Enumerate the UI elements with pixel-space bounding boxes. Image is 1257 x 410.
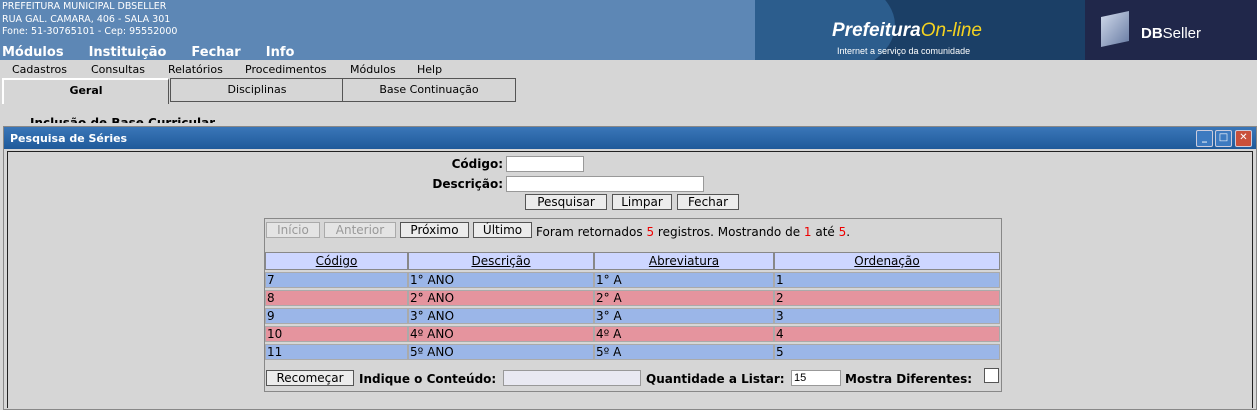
dbseller-bold: DB <box>1141 25 1163 42</box>
column-header-ordenacao[interactable]: Ordenação <box>774 252 1000 270</box>
prefeitura-online-logo: PrefeituraOn-line Internet a serviço da … <box>755 0 1085 60</box>
table-row-cell[interactable]: 5 <box>774 344 1000 360</box>
column-header-abreviatura[interactable]: Abreviatura <box>594 252 774 270</box>
brand-prefeitura: Prefeitura <box>832 20 921 41</box>
table-row-cell[interactable]: 1 <box>774 272 1000 288</box>
anterior-button[interactable]: Anterior <box>324 222 396 238</box>
mostra-diferentes-label: Mostra Diferentes: <box>845 372 973 386</box>
tab-base-continuacao[interactable]: Base Continuação <box>342 78 516 102</box>
tab-disciplinas[interactable]: Disciplinas <box>170 78 344 102</box>
table-row-cell[interactable]: 2° ANO <box>408 290 594 306</box>
table-row-cell[interactable]: 10 <box>265 326 408 342</box>
table-row-cell[interactable]: 11 <box>265 344 408 360</box>
table-row-cell[interactable]: 4º A <box>594 326 774 342</box>
table-row-cell[interactable]: 3° ANO <box>408 308 594 324</box>
inicio-button[interactable]: Início <box>266 222 320 238</box>
submenu-relatorios[interactable]: Relatórios <box>168 63 223 76</box>
info-end: . <box>846 225 851 239</box>
dbseller-logo: DBSeller <box>1085 0 1257 60</box>
table-row-cell[interactable]: 2° A <box>594 290 774 306</box>
submenu-procedimentos[interactable]: Procedimentos <box>245 63 327 76</box>
info-from: 1 <box>803 225 812 239</box>
menu-info[interactable]: Info <box>266 45 295 60</box>
tab-geral[interactable]: Geral <box>2 78 169 104</box>
dbseller-icon <box>1101 11 1129 47</box>
column-header-descricao[interactable]: Descrição <box>408 252 594 270</box>
background-form-title: Inclusão de Base Curricular <box>30 116 216 123</box>
table-row-cell[interactable]: 8 <box>265 290 408 306</box>
mostra-diferentes-checkbox[interactable] <box>984 368 999 383</box>
info-ate: até <box>815 225 835 239</box>
submenu-bar: Cadastros Consultas Relatórios Procedime… <box>0 60 1257 78</box>
org-name: PREFEITURA MUNICIPAL DBSELLER <box>2 1 167 12</box>
submenu-consultas[interactable]: Consultas <box>91 63 145 76</box>
brand-online: On-line <box>920 20 982 41</box>
table-row-cell[interactable]: 5º ANO <box>408 344 594 360</box>
menu-modulos[interactable]: Módulos <box>2 45 64 60</box>
results-grid: Início Anterior Próximo Último Foram ret… <box>264 218 1002 392</box>
table-row-cell[interactable]: 1° A <box>594 272 774 288</box>
table-row-cell[interactable]: 3 <box>774 308 1000 324</box>
table-row-cell[interactable]: 4º ANO <box>408 326 594 342</box>
tab-bar: Geral Disciplinas Base Continuação <box>2 78 1252 104</box>
search-window: Pesquisa de Séries _ □ ✕ Código: Descriç… <box>3 126 1257 410</box>
table-row-cell[interactable]: 7 <box>265 272 408 288</box>
quantidade-label: Quantidade a Listar: <box>646 372 785 386</box>
menu-fechar[interactable]: Fechar <box>191 45 240 60</box>
fechar-button[interactable]: Fechar <box>677 194 739 210</box>
limpar-button[interactable]: Limpar <box>612 194 672 210</box>
org-phone: Fone: 51-30765101 - Cep: 95552000 <box>2 26 178 37</box>
org-address: RUA GAL. CAMARA, 406 - SALA 301 <box>2 13 171 25</box>
brand-subtitle: Internet a serviço da comunidade <box>837 46 971 56</box>
table-row-cell[interactable]: 2 <box>774 290 1000 306</box>
codigo-label: Código: <box>451 157 503 171</box>
info-mid: registros. Mostrando de <box>657 225 801 239</box>
recomecar-button[interactable]: Recomeçar <box>266 370 354 386</box>
window-body: Código: Descrição: Pesquisar Limpar Fech… <box>7 151 1253 408</box>
codigo-input[interactable] <box>506 156 584 172</box>
window-titlebar[interactable]: Pesquisa de Séries _ □ ✕ <box>4 127 1256 149</box>
table-row-cell[interactable]: 1° ANO <box>408 272 594 288</box>
close-icon[interactable]: ✕ <box>1235 130 1252 147</box>
organization-info: PREFEITURA MUNICIPAL DBSELLER RUA GAL. C… <box>2 1 177 39</box>
minimize-icon[interactable]: _ <box>1196 130 1213 147</box>
descricao-label: Descrição: <box>432 177 503 191</box>
menu-instituicao[interactable]: Instituição <box>89 45 167 60</box>
results-info: Foram retornados 5 registros. Mostrando … <box>536 225 850 239</box>
window-title: Pesquisa de Séries <box>10 132 128 145</box>
dbseller-rest: Seller <box>1162 25 1202 42</box>
conteudo-input[interactable] <box>503 370 641 386</box>
table-row-cell[interactable]: 9 <box>265 308 408 324</box>
ultimo-button[interactable]: Último <box>473 222 532 238</box>
quantidade-input[interactable] <box>791 370 841 386</box>
column-header-codigo[interactable]: Código <box>265 252 408 270</box>
table-row-cell[interactable]: 3° A <box>594 308 774 324</box>
info-pre: Foram retornados <box>536 225 643 239</box>
info-total: 5 <box>646 225 655 239</box>
main-menu: Módulos Instituição Fechar Info <box>2 45 319 60</box>
dbseller-text: DBSeller <box>1141 25 1201 42</box>
descricao-input[interactable] <box>506 176 704 192</box>
brand-title: PrefeituraOn-line <box>832 20 982 42</box>
submenu-help[interactable]: Help <box>417 63 442 76</box>
maximize-icon[interactable]: □ <box>1215 130 1232 147</box>
table-row-cell[interactable]: 4 <box>774 326 1000 342</box>
submenu-modulos[interactable]: Módulos <box>350 63 396 76</box>
table-row-cell[interactable]: 5º A <box>594 344 774 360</box>
pesquisar-button[interactable]: Pesquisar <box>525 194 607 210</box>
proximo-button[interactable]: Próximo <box>400 222 469 238</box>
indique-label: Indique o Conteúdo: <box>359 372 497 386</box>
submenu-cadastros[interactable]: Cadastros <box>12 63 67 76</box>
